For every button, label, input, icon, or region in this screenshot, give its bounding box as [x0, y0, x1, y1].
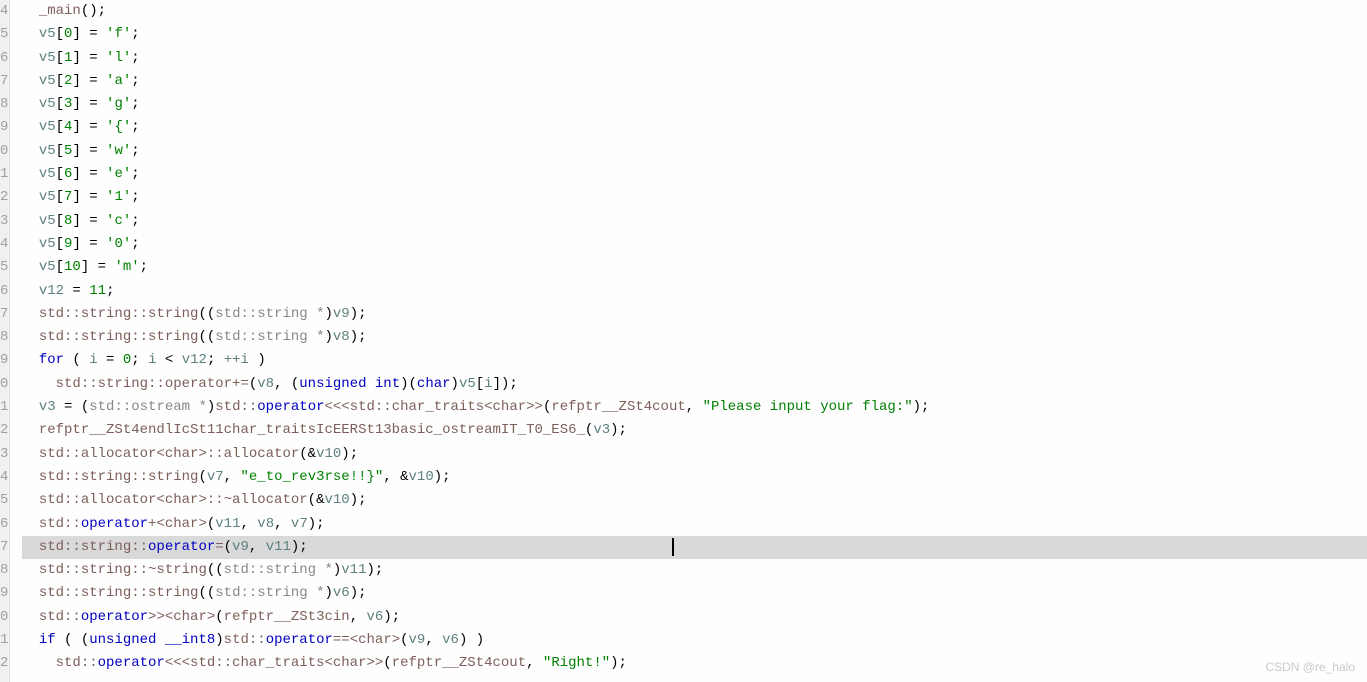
code-line[interactable]: _main();: [22, 0, 1367, 23]
watermark: CSDN @re_halo: [1265, 660, 1355, 674]
line-number: 9: [0, 349, 7, 372]
line-number: 4: [0, 466, 7, 489]
line-number: 3: [0, 210, 7, 233]
code-line[interactable]: v12 = 11;: [22, 280, 1367, 303]
code-line[interactable]: std::string::operator+=(v8, (unsigned in…: [22, 373, 1367, 396]
line-number: 9: [0, 582, 7, 605]
line-number: 3: [0, 443, 7, 466]
line-number: 6: [0, 513, 7, 536]
code-line[interactable]: v5[0] = 'f';: [22, 23, 1367, 46]
line-number: 6: [0, 47, 7, 70]
line-number: 2: [0, 652, 7, 675]
code-line[interactable]: v5[8] = 'c';: [22, 210, 1367, 233]
line-number: 9: [0, 116, 7, 139]
code-line-highlighted[interactable]: std::string::operator=(v9, v11);: [22, 536, 1367, 559]
line-number: 7: [0, 70, 7, 93]
code-line[interactable]: std::string::~string((std::string *)v11)…: [22, 559, 1367, 582]
line-number: 7: [0, 303, 7, 326]
line-number: 8: [0, 326, 7, 349]
code-line[interactable]: v5[3] = 'g';: [22, 93, 1367, 116]
code-line[interactable]: std::string::string(v7, "e_to_rev3rse!!}…: [22, 466, 1367, 489]
code-area[interactable]: _main(); v5[0] = 'f'; v5[1] = 'l'; v5[2]…: [10, 0, 1367, 682]
line-number: 2: [0, 186, 7, 209]
line-number: 4: [0, 233, 7, 256]
code-line[interactable]: v5[2] = 'a';: [22, 70, 1367, 93]
code-line[interactable]: for ( i = 0; i < v12; ++i ): [22, 349, 1367, 372]
code-line[interactable]: v5[5] = 'w';: [22, 140, 1367, 163]
code-line[interactable]: std::allocator<char>::~allocator(&v10);: [22, 489, 1367, 512]
code-line[interactable]: std::operator+<char>(v11, v8, v7);: [22, 513, 1367, 536]
code-line[interactable]: v5[9] = '0';: [22, 233, 1367, 256]
code-line[interactable]: std::string::string((std::string *)v9);: [22, 303, 1367, 326]
line-number: 5: [0, 23, 7, 46]
line-number: 5: [0, 489, 7, 512]
code-line[interactable]: v5[1] = 'l';: [22, 47, 1367, 70]
code-line[interactable]: std::allocator<char>::allocator(&v10);: [22, 443, 1367, 466]
line-number: 7: [0, 536, 7, 559]
line-number: 2: [0, 419, 7, 442]
code-line[interactable]: std::string::string((std::string *)v6);: [22, 582, 1367, 605]
text-cursor: [672, 538, 674, 556]
line-number: 6: [0, 280, 7, 303]
code-line[interactable]: v5[10] = 'm';: [22, 256, 1367, 279]
code-line[interactable]: std::operator<<<std::char_traits<char>>(…: [22, 652, 1367, 675]
line-number: 8: [0, 559, 7, 582]
line-number: 1: [0, 163, 7, 186]
code-line[interactable]: v5[6] = 'e';: [22, 163, 1367, 186]
line-number: 0: [0, 373, 7, 396]
code-line[interactable]: v5[7] = '1';: [22, 186, 1367, 209]
line-number: 5: [0, 256, 7, 279]
code-line[interactable]: std::string::string((std::string *)v8);: [22, 326, 1367, 349]
line-number: 0: [0, 140, 7, 163]
line-number: 0: [0, 606, 7, 629]
code-line[interactable]: v3 = (std::ostream *)std::operator<<<std…: [22, 396, 1367, 419]
line-number: 1: [0, 396, 7, 419]
code-line[interactable]: v5[4] = '{';: [22, 116, 1367, 139]
code-editor: 4 5 6 7 8 9 0 1 2 3 4 5 6 7 8 9 0 1 2 3 …: [0, 0, 1367, 682]
line-number: 4: [0, 0, 7, 23]
line-number: 8: [0, 93, 7, 116]
code-line[interactable]: if ( (unsigned __int8)std::operator==<ch…: [22, 629, 1367, 652]
line-number: 1: [0, 629, 7, 652]
code-line[interactable]: std::operator>><char>(refptr__ZSt3cin, v…: [22, 606, 1367, 629]
code-line[interactable]: refptr__ZSt4endlIcSt11char_traitsIcEERSt…: [22, 419, 1367, 442]
line-number-gutter: 4 5 6 7 8 9 0 1 2 3 4 5 6 7 8 9 0 1 2 3 …: [0, 0, 10, 682]
